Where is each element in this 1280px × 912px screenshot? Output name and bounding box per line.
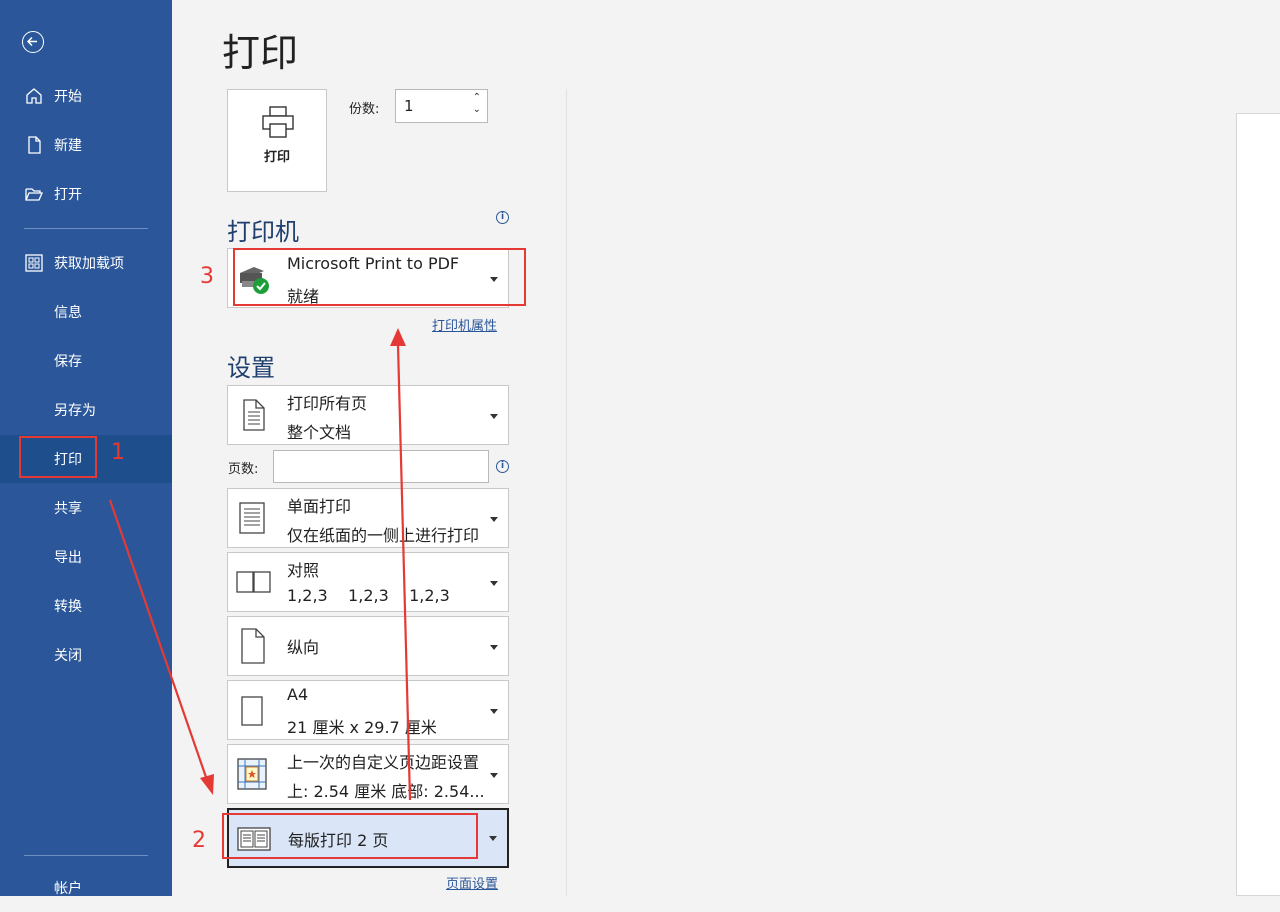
annotation-number-3: 3 (200, 264, 214, 289)
sidebar-item-label: 开始 (54, 89, 82, 105)
annotation-arrow-head (390, 328, 406, 346)
sides-dropdown[interactable]: 单面打印 仅在纸面的一侧上进行打印 (227, 488, 509, 548)
sidebar-item-label: 新建 (54, 138, 82, 154)
sidebar-item-account[interactable]: 帐户 (0, 864, 172, 912)
chevron-down-icon (490, 709, 498, 714)
pages-label: 页数: (228, 462, 259, 477)
all-pages-icon (243, 399, 265, 431)
addins-grid-icon (25, 254, 43, 272)
paper-size-icon (241, 696, 263, 726)
margins-label: 上一次的自定义页边距设置 (287, 753, 480, 772)
sidebar-item-export[interactable]: 导出 (0, 533, 172, 581)
sidebar-item-transform[interactable]: 转换 (0, 582, 172, 630)
print-range-dropdown[interactable]: 打印所有页 整个文档 (227, 385, 509, 445)
paper-size-detail: 21 厘米 x 29.7 厘米 (287, 718, 437, 737)
sidebar-item-label: 关闭 (54, 648, 82, 664)
sidebar-item-get-addins[interactable]: 获取加载项 (0, 239, 172, 287)
home-icon (26, 88, 42, 104)
printer-properties-link[interactable]: 打印机属性 (432, 315, 497, 334)
printer-icon (262, 106, 294, 138)
printer-heading: 打印机 (227, 218, 299, 246)
sidebar-item-label: 打开 (54, 187, 82, 203)
chevron-down-icon (490, 581, 498, 586)
annotation-arrow-head (200, 774, 214, 795)
sidebar-divider (24, 228, 148, 229)
sidebar-item-info[interactable]: 信息 (0, 288, 172, 336)
info-icon[interactable]: i (496, 211, 509, 224)
print-button-label: 打印 (263, 150, 290, 165)
collate-detail: 1,2,3 1,2,3 1,2,3 (287, 586, 450, 605)
info-icon[interactable]: i (496, 460, 509, 473)
stepper-arrows-icon[interactable]: ⌃ ⌄ (473, 92, 481, 116)
margins-dropdown[interactable]: 上一次的自定义页边距设置 上: 2.54 厘米 底部: 2.54... (227, 744, 509, 804)
copies-label: 份数: (349, 102, 380, 117)
orientation-dropdown[interactable]: 纵向 (227, 616, 509, 676)
annotation-box-1 (19, 436, 97, 478)
sides-detail: 仅在纸面的一侧上进行打印 (287, 526, 480, 545)
paper-size-label: A4 (287, 685, 309, 704)
copies-value: 1 (404, 97, 414, 115)
sidebar-item-home[interactable]: 开始 (0, 72, 172, 120)
margins-icon (237, 758, 267, 790)
back-arrow-icon[interactable] (22, 31, 44, 53)
margins-detail: 上: 2.54 厘米 底部: 2.54... (287, 782, 485, 801)
page-setup-link[interactable]: 页面设置 (446, 873, 498, 892)
sidebar-item-label: 另存为 (54, 403, 96, 419)
chevron-down-icon (490, 414, 498, 419)
page-title: 打印 (222, 31, 299, 75)
sidebar-item-label: 获取加载项 (54, 256, 124, 272)
collate-label: 对照 (287, 561, 320, 580)
collate-dropdown[interactable]: 对照 1,2,3 1,2,3 1,2,3 (227, 552, 509, 612)
sides-label: 单面打印 (287, 497, 352, 516)
settings-heading: 设置 (227, 354, 275, 382)
copies-stepper[interactable]: 1 ⌃ ⌄ (395, 89, 488, 123)
annotation-box-3 (233, 248, 526, 306)
chevron-down-icon (490, 773, 498, 778)
sidebar-item-label: 保存 (54, 354, 82, 370)
print-button[interactable]: 打印 (227, 89, 327, 192)
sidebar-item-label: 共享 (54, 501, 82, 517)
chevron-down-icon (489, 836, 497, 841)
sidebar-item-new[interactable]: 新建 (0, 121, 172, 169)
sidebar-item-save[interactable]: 保存 (0, 337, 172, 385)
new-document-icon (28, 136, 41, 154)
one-sided-icon (239, 502, 265, 534)
sidebar-item-open[interactable]: 打开 (0, 170, 172, 218)
sidebar-item-save-as[interactable]: 另存为 (0, 386, 172, 434)
sidebar-item-close[interactable]: 关闭 (0, 631, 172, 679)
paper-size-dropdown[interactable]: A4 21 厘米 x 29.7 厘米 (227, 680, 509, 740)
annotation-number-2: 2 (192, 828, 206, 853)
annotation-number-1: 1 (111, 440, 125, 465)
portrait-icon (241, 628, 265, 664)
print-range-label: 打印所有页 (287, 394, 368, 413)
folder-open-icon (25, 188, 43, 201)
print-range-detail: 整个文档 (287, 423, 352, 442)
print-preview-area (566, 89, 1280, 896)
sidebar-item-label: 帐户 (54, 881, 82, 897)
orientation-label: 纵向 (287, 638, 320, 657)
pages-input[interactable] (273, 450, 489, 483)
sidebar-item-label: 信息 (54, 305, 82, 321)
sidebar-item-label: 导出 (54, 550, 82, 566)
chevron-down-icon (490, 517, 498, 522)
annotation-box-2 (222, 813, 478, 859)
collated-icon (236, 571, 271, 593)
preview-page (1236, 113, 1280, 896)
sidebar-item-label: 转换 (54, 599, 82, 615)
chevron-down-icon (490, 645, 498, 650)
sidebar-divider (24, 855, 148, 856)
sidebar-item-share[interactable]: 共享 (0, 484, 172, 532)
